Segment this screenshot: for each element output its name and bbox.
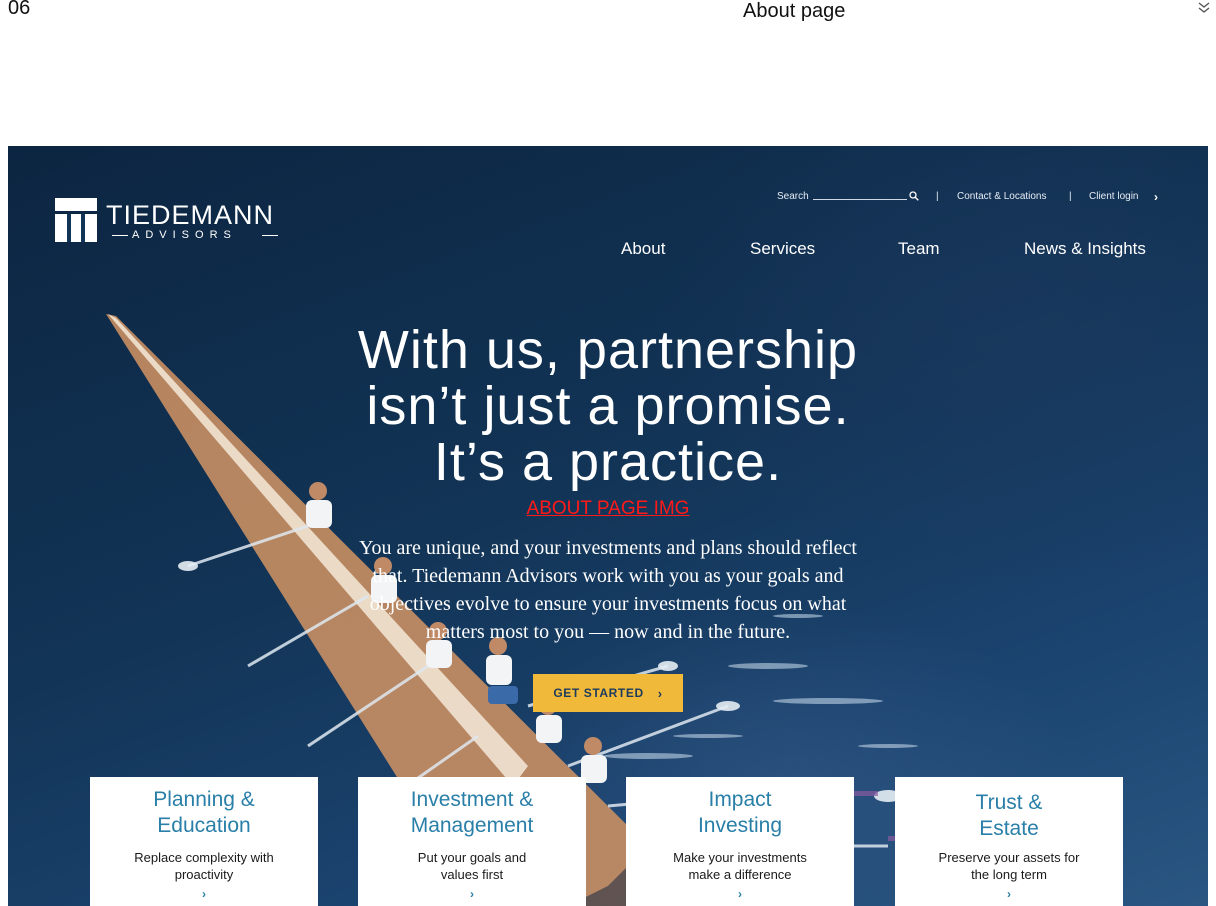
divider [262, 235, 278, 236]
tiedemann-logo[interactable]: TIEDEMANN ADVISORS [55, 198, 295, 246]
brand-sub-row: ADVISORS [112, 229, 280, 241]
brand-sub: ADVISORS [132, 229, 237, 241]
get-started-button[interactable]: GET STARTED › [533, 674, 683, 712]
body-line: You are unique, and your investments and… [359, 537, 857, 559]
util-separator: | [1069, 191, 1072, 202]
card-desc-line: Replace complexity with [134, 850, 274, 865]
headline-line: isn’t just a promise. [366, 376, 850, 436]
card-description: Put your goals and values first [358, 849, 586, 883]
page-label: About page [743, 0, 846, 22]
search-icon[interactable] [909, 191, 919, 201]
search-input[interactable] [813, 199, 907, 200]
card-impact-investing[interactable]: Impact Investing Make your investments m… [626, 777, 854, 906]
hero-body-copy: You are unique, and your investments and… [320, 534, 896, 646]
page-number: 06 [8, 0, 31, 19]
chevron-right-icon[interactable]: › [626, 887, 854, 901]
body-line: objectives evolve to ensure your investm… [369, 593, 847, 615]
search-label: Search [777, 191, 809, 202]
card-desc-line: values first [440, 867, 504, 882]
chevron-right-icon[interactable]: › [895, 887, 1123, 901]
chevron-right-icon[interactable]: › [90, 887, 318, 901]
card-desc-line: the long term [971, 867, 1047, 882]
nav-services[interactable]: Services [750, 239, 815, 259]
logo-mark-icon [55, 198, 97, 242]
card-description: Make your investments make a difference [626, 849, 854, 883]
hero-headline: With us, partnership isn’t just a promis… [268, 322, 948, 490]
body-line: matters most to you — now and in the fut… [425, 621, 791, 643]
card-desc-line: Preserve your assets for [938, 850, 1080, 865]
card-description: Replace complexity with proactivity [90, 849, 318, 883]
contact-locations-link[interactable]: Contact & Locations [957, 191, 1047, 202]
brand-name: TIEDEMANN [106, 200, 275, 230]
headline-line: It’s a practice. [433, 432, 783, 492]
body-line: that. Tiedemann Advisors work with you a… [372, 565, 844, 587]
divider [112, 235, 128, 236]
about-page-img-link[interactable]: ABOUT PAGE IMG [308, 498, 908, 520]
card-desc-line: proactivity [174, 867, 234, 882]
card-desc-line: make a difference [688, 867, 792, 882]
card-title-line: Education [157, 814, 251, 837]
util-separator: | [936, 191, 939, 202]
headline-line: With us, partnership [357, 320, 859, 380]
nav-about[interactable]: About [621, 239, 665, 259]
nav-news-insights[interactable]: News & Insights [1024, 239, 1146, 259]
card-title: Trust & Estate [895, 790, 1123, 842]
double-chevron-down-icon[interactable] [1197, 1, 1211, 15]
card-planning-education[interactable]: Planning & Education Replace complexity … [90, 777, 318, 906]
hero-section: TIEDEMANN ADVISORS Search | Contact & Lo… [8, 146, 1208, 906]
card-title-line: Trust & [975, 791, 1043, 814]
chevron-right-icon: › [657, 685, 663, 701]
client-login-link[interactable]: Client login [1089, 191, 1138, 202]
card-trust-estate[interactable]: Trust & Estate Preserve your assets for … [895, 777, 1123, 906]
card-title-line: Planning & [153, 788, 255, 811]
card-desc-line: Make your investments [673, 850, 807, 865]
card-title-line: Investing [697, 814, 783, 837]
card-title-line: Estate [979, 817, 1039, 840]
card-title: Planning & Education [90, 787, 318, 839]
card-title-line: Impact [708, 788, 772, 811]
card-description: Preserve your assets for the long term [895, 849, 1123, 883]
about-page-mockup: 06 About page TIEDEMANN ADVISORS Search … [0, 0, 1216, 906]
nav-team[interactable]: Team [898, 239, 940, 259]
chevron-right-icon[interactable]: › [1154, 190, 1158, 204]
card-title-line: Investment & [410, 788, 534, 811]
card-investment-management[interactable]: Investment & Management Put your goals a… [358, 777, 586, 906]
card-title: Investment & Management [358, 787, 586, 839]
card-desc-line: Put your goals and [417, 850, 527, 865]
card-title: Impact Investing [626, 787, 854, 839]
get-started-label: GET STARTED [553, 686, 644, 700]
card-title-line: Management [410, 814, 534, 837]
chevron-right-icon[interactable]: › [358, 887, 586, 901]
